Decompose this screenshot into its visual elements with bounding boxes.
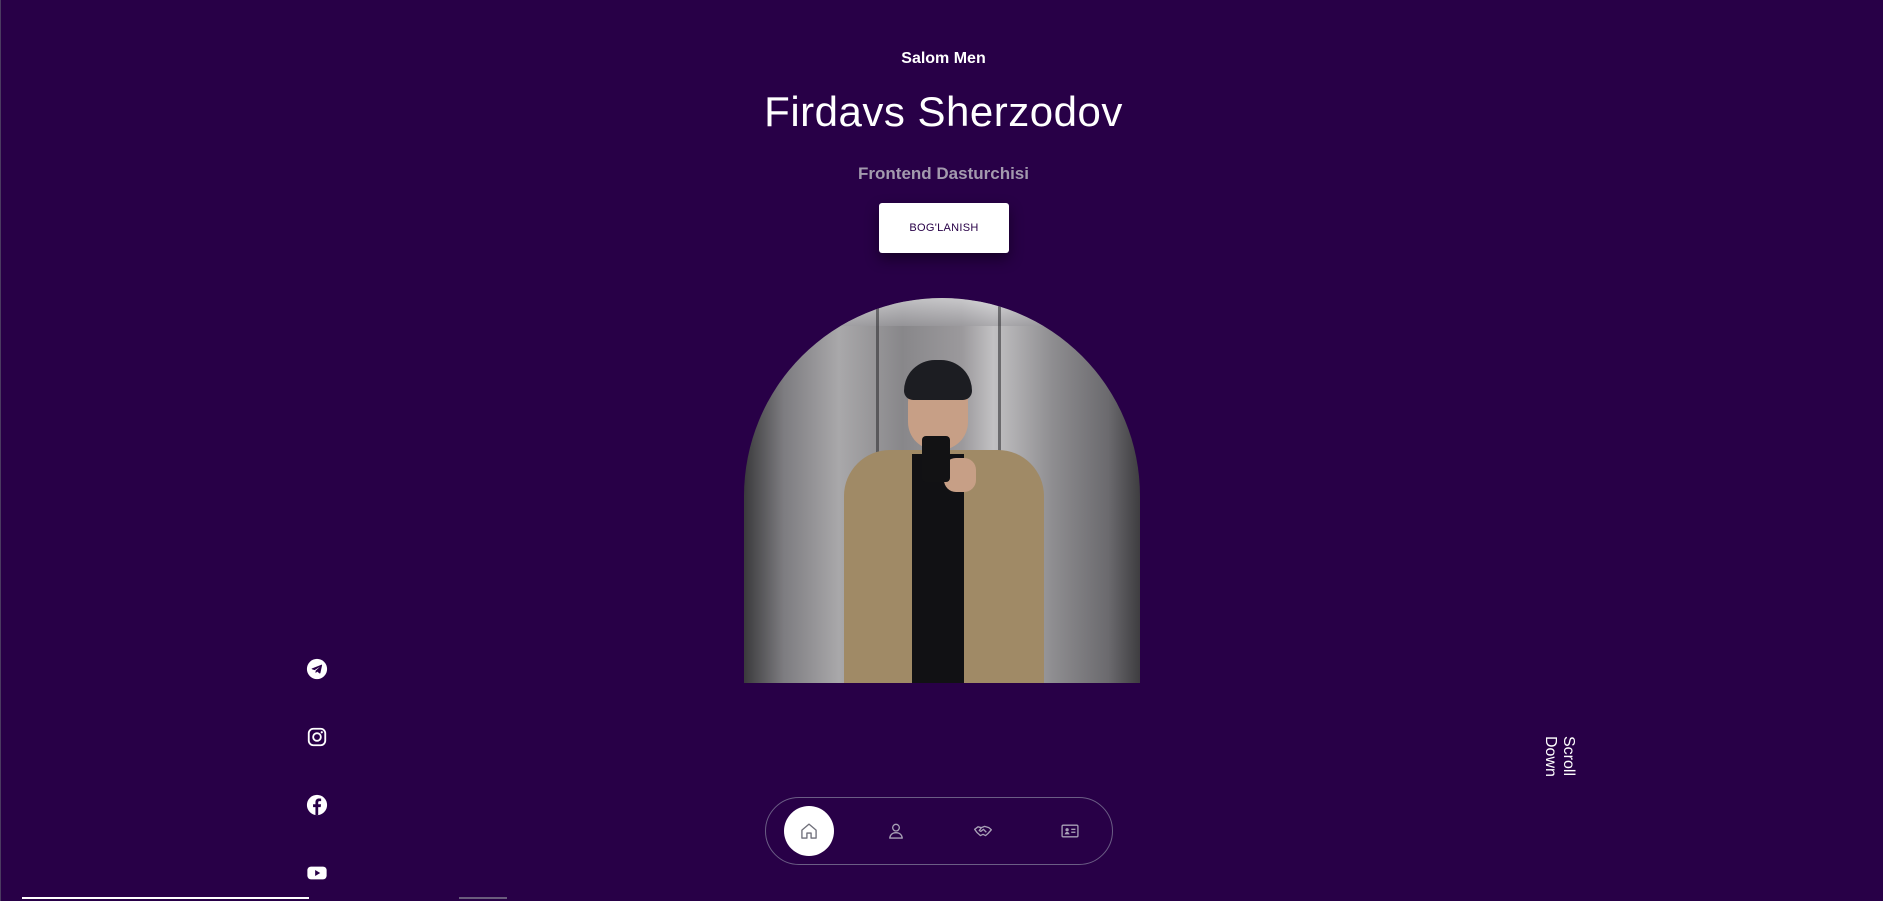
photo-ceiling	[744, 298, 1140, 326]
youtube-link[interactable]	[305, 861, 329, 885]
page-title: Firdavs Sherzodov	[764, 88, 1123, 135]
photo-phone	[922, 436, 950, 482]
nav-contact[interactable]	[1045, 806, 1095, 856]
instagram-icon	[307, 727, 327, 747]
greeting-text: Salom Men	[901, 50, 986, 67]
telegram-icon	[306, 658, 328, 680]
photo-hair	[904, 360, 972, 400]
bottom-nav	[765, 797, 1113, 865]
nav-home[interactable]	[784, 806, 834, 856]
scroll-indicator	[459, 897, 507, 899]
instagram-link[interactable]	[305, 725, 329, 749]
scroll-down-link[interactable]: Scroll Down	[1542, 736, 1577, 820]
telegram-link[interactable]	[305, 657, 329, 681]
youtube-icon	[307, 866, 327, 880]
contact-button[interactable]: BOG'LANISH	[879, 203, 1009, 253]
user-icon	[889, 823, 903, 839]
facebook-link[interactable]	[305, 793, 329, 817]
role-text: Frontend Dasturchisi	[858, 164, 1029, 183]
nav-about[interactable]	[871, 806, 921, 856]
nav-services[interactable]	[958, 806, 1008, 856]
horizontal-scrollbar-thumb[interactable]	[22, 897, 309, 899]
contact-card-icon	[1061, 824, 1079, 838]
handshake-icon	[974, 825, 992, 837]
home-icon	[801, 823, 817, 839]
facebook-icon	[306, 794, 328, 816]
hero-section: Salom Men Firdavs Sherzodov Frontend Das…	[0, 0, 1883, 901]
profile-photo	[744, 298, 1140, 683]
